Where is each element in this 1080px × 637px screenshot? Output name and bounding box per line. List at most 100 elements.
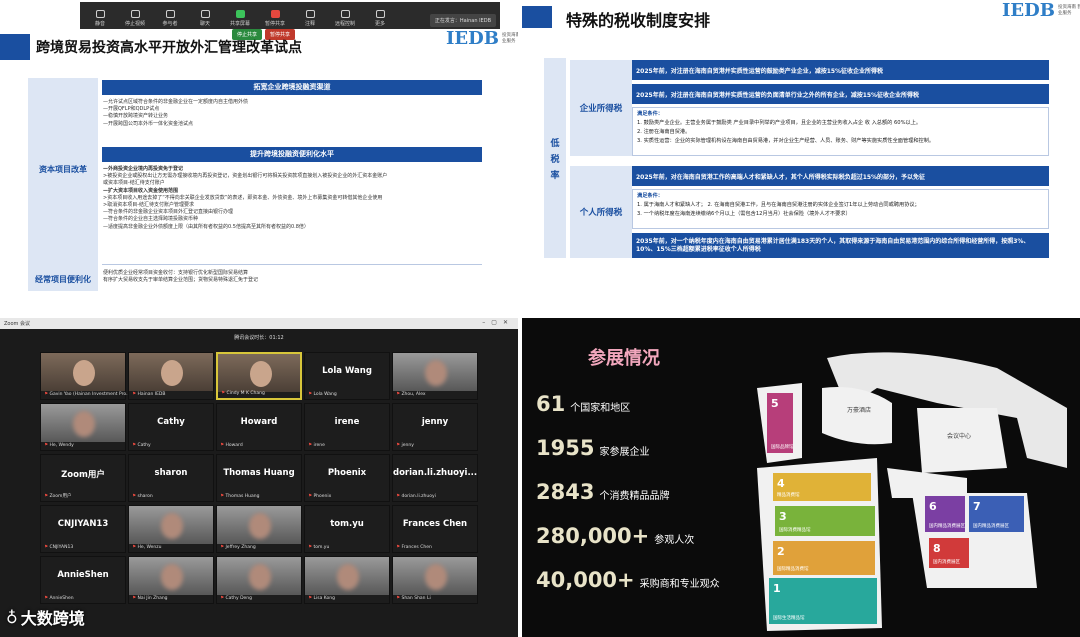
hall-name: 国际生活精品馆 bbox=[773, 614, 805, 621]
participant-face bbox=[337, 564, 359, 590]
hall-number: 6 bbox=[929, 500, 937, 513]
participant-tile[interactable]: AnnieShen AnnieShen bbox=[40, 556, 126, 604]
participant-tile[interactable]: He, Wenzu bbox=[128, 505, 214, 553]
window-controls[interactable]: –▢✕ bbox=[482, 319, 514, 326]
participant-label: jenny bbox=[396, 443, 413, 448]
participant-label: Phoenix bbox=[308, 494, 331, 499]
watermark: ♁ 大数跨境 bbox=[6, 605, 85, 629]
participant-tile[interactable]: tom.yu tom.yu bbox=[304, 505, 390, 553]
slide-tax-policy: 特殊的税收制度安排 IEDB 投资海南 我们为企业服务 低 税 率 企业所得税 … bbox=[522, 0, 1080, 300]
logo-subtitle: 投资海南 我们为企业服务 bbox=[1057, 4, 1080, 16]
participant-video bbox=[129, 557, 213, 595]
title-accent bbox=[522, 6, 552, 28]
participant-label: Cathy Deng bbox=[220, 596, 252, 601]
participant-tile[interactable]: irene irene bbox=[304, 403, 390, 451]
participant-label: sharon bbox=[132, 494, 152, 499]
hall-4[interactable]: 4精品消费馆 bbox=[773, 473, 871, 501]
hall-7[interactable]: 7 国内精品消费展区 bbox=[969, 496, 1024, 532]
participant-tile[interactable]: Gavin Yao (Hainan Investment Pro... bbox=[40, 352, 130, 400]
participant-name: Zoom用户 bbox=[61, 470, 105, 480]
conditions-heading: 满足条件： bbox=[637, 111, 663, 117]
low-tax-label: 低 税 率 bbox=[544, 58, 566, 258]
logo-text: IEDB bbox=[446, 28, 499, 49]
participant-tile[interactable]: Thomas Huang Thomas Huang bbox=[216, 454, 302, 502]
list-line: —扩大资本项目收入资金使用范围 bbox=[103, 187, 179, 194]
speaker-indicator: 正在发言：Hainan IEDB bbox=[429, 14, 496, 27]
hall-3[interactable]: 3 国际消费精品馆 bbox=[775, 506, 875, 536]
participant-tile[interactable]: Lisa Kong bbox=[304, 556, 390, 604]
capital-reform-label: 资本项目改革 bbox=[39, 165, 87, 174]
condition-line: 1. 属于海南人才和紧缺人才； 2. 在海南自贸港工作，且与在海南自贸港注册的实… bbox=[637, 202, 920, 208]
participant-tile[interactable]: Nai Jin Zhang bbox=[128, 556, 214, 604]
hall-2[interactable]: 2 国际精品消费馆 bbox=[773, 541, 875, 575]
hall-8[interactable]: 8 国内消费展区 bbox=[929, 538, 969, 568]
personal-tax-policy-2: 2035年前，对一个纳税年度内在海南自由贸易港累计居住满183天的个人，其取得来… bbox=[632, 233, 1049, 258]
stat-number: 61 bbox=[536, 392, 566, 416]
hall-number: 3 bbox=[779, 510, 787, 523]
hall-5[interactable]: 5 国际品牌馆 bbox=[767, 393, 794, 453]
watermark-icon: ♁ bbox=[6, 607, 18, 627]
participant-face bbox=[425, 564, 447, 590]
condition-line: 2. 注册在海南自贸港。 bbox=[637, 129, 691, 135]
condition-line: 1. 鼓励类产业企业。主营业务属于鼓励类 产业目录中列举的产业项目，且企业的主营… bbox=[637, 120, 922, 126]
toolbar-button[interactable]: 注释 bbox=[298, 10, 322, 27]
participant-tile[interactable]: sharon sharon bbox=[128, 454, 214, 502]
toolbar-button[interactable]: 共享屏幕 bbox=[228, 10, 252, 27]
hotel-label: 万豪酒店 bbox=[847, 406, 871, 414]
participant-tile[interactable]: Cindy M K Chang bbox=[216, 352, 302, 400]
toolbar-label: 停止视频 bbox=[124, 21, 145, 27]
iedb-logo: IEDB 投资海南 我们为企业服务 bbox=[446, 28, 518, 49]
participant-tile[interactable]: Howard Howard bbox=[216, 403, 302, 451]
participant-face bbox=[249, 513, 271, 539]
window-title: Zoom 会议 bbox=[4, 321, 31, 327]
toolbar-icon bbox=[235, 10, 245, 18]
toolbar-button[interactable]: 暂停共享 bbox=[263, 10, 287, 27]
participant-tile[interactable]: Shan Shan Li bbox=[392, 556, 478, 604]
section-bar-facilitation: 提升跨境投融资便利化水平 bbox=[102, 147, 482, 162]
toolbar-icon bbox=[200, 10, 210, 18]
corporate-tax-policy-1: 2025年前，对注册在海南自贸港并实质性运营的鼓励类产业企业，减按15%征收企业… bbox=[632, 60, 1049, 80]
toolbar-button[interactable]: 聊天 bbox=[193, 10, 217, 27]
participant-video bbox=[129, 353, 213, 391]
hall-6[interactable]: 6 国内精品消费展区 bbox=[925, 496, 965, 532]
toolbar-icon bbox=[130, 10, 140, 18]
logo-subtitle: 投资海南 我们为企业服务 bbox=[501, 32, 518, 44]
participant-tile[interactable]: dorian.li.zhuoyi... dorian.li.zhuoyi bbox=[392, 454, 478, 502]
toolbar-button[interactable]: 静音 bbox=[88, 10, 112, 27]
participant-tile[interactable]: jenny jenny bbox=[392, 403, 478, 451]
participant-tile[interactable]: Lola Wang Lola Wang bbox=[304, 352, 390, 400]
participant-tile[interactable]: Phoenix Phoenix bbox=[304, 454, 390, 502]
hall-number: 8 bbox=[933, 542, 941, 555]
participant-tile[interactable]: CNJIYAN13 CNJIYAN13 bbox=[40, 505, 126, 553]
zoom-gallery-view: Zoom 会议 –▢✕ 腾讯会议时长：01:12 Gavin Yao (Hain… bbox=[0, 318, 518, 637]
stat-number: 2843 bbox=[536, 480, 595, 504]
toolbar-button[interactable]: 参与者 bbox=[158, 10, 182, 27]
current-account-label: 经常项目便利化 bbox=[35, 275, 91, 284]
stat-number: 1955 bbox=[536, 436, 595, 460]
toolbar-button[interactable]: 远程控制 bbox=[333, 10, 357, 27]
participant-tile[interactable]: Cathy Deng bbox=[216, 556, 302, 604]
participant-tile[interactable]: Hainan IEDB bbox=[128, 352, 214, 400]
participant-tile[interactable]: Jeffrey Zhang bbox=[216, 505, 302, 553]
participant-tile[interactable]: He, Wendy bbox=[40, 403, 126, 451]
participant-label: Gavin Yao (Hainan Investment Pro... bbox=[44, 392, 130, 397]
section-bar-financing: 拓宽企业跨境投融资渠道 bbox=[102, 80, 482, 95]
toolbar-button[interactable]: 更多 bbox=[368, 10, 392, 27]
participant-tile[interactable]: Frances Chen Frances Chen bbox=[392, 505, 478, 553]
financing-list: —允许试点区域符合条件的非金融企业在一定额度内自主借用外债 —开展QFLP和QDL… bbox=[103, 99, 481, 128]
participant-label: Zoom用户 bbox=[44, 493, 71, 499]
category-sidebar: 资本项目改革 经常项目便利化 bbox=[28, 78, 98, 291]
participant-tile[interactable]: Zhou, Alex bbox=[392, 352, 478, 400]
toolbar-button[interactable]: 停止视频 bbox=[123, 10, 147, 27]
participant-label: AnnieShen bbox=[44, 596, 73, 601]
toolbar-label: 注释 bbox=[304, 21, 315, 27]
participant-tile[interactable]: Zoom用户 Zoom用户 bbox=[40, 454, 126, 502]
participant-video bbox=[129, 506, 213, 544]
participant-tile[interactable]: Cathy Cathy bbox=[128, 403, 214, 451]
toolbar-icon bbox=[375, 10, 385, 18]
zoom-titlebar: Zoom 会议 bbox=[0, 318, 518, 329]
hall-1[interactable]: 1 国际生活精品馆 bbox=[769, 578, 877, 624]
stat-item: 40,000+ 采购商和专业观众 bbox=[536, 568, 720, 592]
participant-video bbox=[393, 353, 477, 391]
toolbar-label: 远程控制 bbox=[334, 21, 355, 27]
